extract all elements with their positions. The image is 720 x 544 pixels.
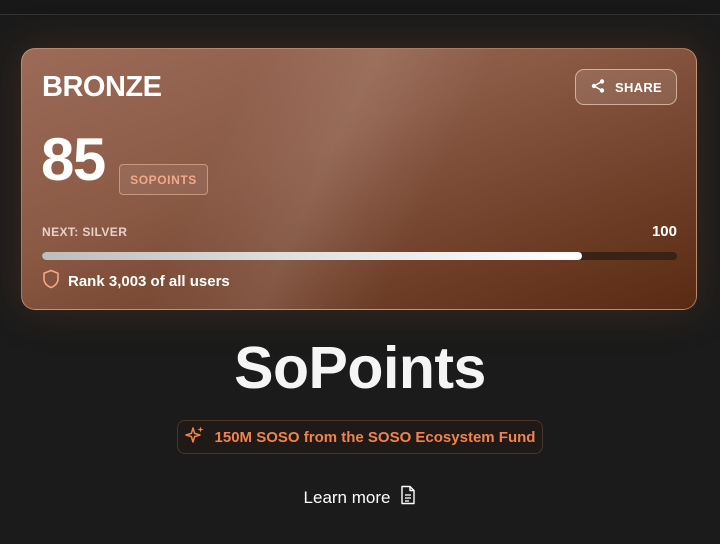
shield-icon	[42, 269, 60, 293]
sparkle-icon	[184, 425, 205, 449]
next-tier-label: NEXT: SILVER	[42, 225, 128, 239]
rank-row: Rank 3,003 of all users	[42, 269, 230, 293]
document-icon	[400, 485, 416, 510]
share-button[interactable]: SHARE	[575, 69, 677, 105]
learn-more-link[interactable]: Learn more	[0, 485, 720, 510]
learn-more-label: Learn more	[303, 487, 391, 507]
fund-text: 150M SOSO from the SOSO Ecosystem Fund	[214, 428, 536, 446]
points-card: BRONZE SHARE 85 SOPOINTS NEXT: SILVER 10…	[21, 48, 697, 310]
share-icon	[590, 78, 606, 97]
tier-progress-bar	[42, 252, 677, 260]
page-title: SoPoints	[234, 335, 486, 401]
share-label: SHARE	[614, 79, 662, 95]
tier-name: BRONZE	[42, 71, 162, 103]
fund-badge: 150M SOSO from the SOSO Ecosystem Fund	[177, 420, 543, 454]
rank-text: Rank 3,003 of all users	[68, 272, 230, 290]
points-unit-badge: SOPOINTS	[119, 164, 208, 195]
top-bar	[0, 0, 720, 15]
tier-progress-fill	[42, 252, 582, 260]
points-value: 85	[41, 126, 106, 193]
next-tier-threshold: 100	[651, 223, 677, 240]
